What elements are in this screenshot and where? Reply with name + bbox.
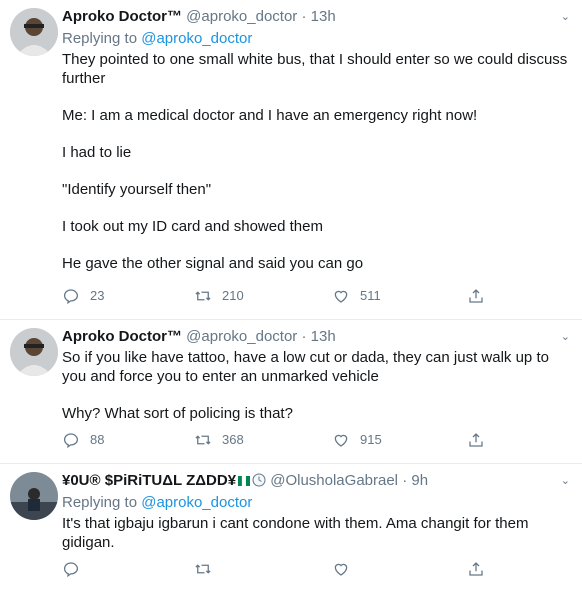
tweet-2[interactable]: Aproko Doctor™ @aproko_doctor · 13h ⌄ So…: [0, 320, 582, 464]
separator-dot: ·: [301, 328, 307, 345]
like-button[interactable]: 915: [332, 431, 382, 449]
tweet-paragraph: It's that igbaju igbarun i cant condone …: [62, 515, 529, 551]
tweet-text: So if you like have tattoo, have a low c…: [62, 348, 570, 423]
tweet-header: Aproko Doctor™ @aproko_doctor · 13h ⌄: [62, 328, 570, 346]
tweet-paragraph: I had to lie: [62, 144, 132, 161]
like-count: 511: [360, 288, 381, 303]
tweet-actions: [62, 560, 492, 582]
replying-to: Replying to @aproko_doctor: [62, 493, 570, 512]
share-button[interactable]: [467, 560, 495, 578]
tweet-paragraph: They pointed to one small white bus, tha…: [62, 51, 568, 87]
replying-to-link[interactable]: @aproko_doctor: [141, 30, 252, 47]
reply-button[interactable]: 88: [62, 431, 104, 449]
display-name[interactable]: ¥0U® $PiRiTUΔL ZΔDD¥: [62, 472, 236, 489]
like-count: 915: [360, 432, 382, 447]
replying-to-label: Replying to: [62, 494, 142, 511]
user-handle[interactable]: @aproko_doctor: [186, 8, 297, 25]
tweet-text: They pointed to one small white bus, tha…: [62, 50, 570, 273]
chevron-down-icon[interactable]: ⌄: [561, 8, 570, 26]
tweet-paragraph: He gave the other signal and said you ca…: [62, 255, 364, 272]
separator-dot: ·: [402, 472, 408, 489]
chevron-down-icon[interactable]: ⌄: [561, 328, 570, 346]
timestamp[interactable]: 13h: [311, 328, 336, 345]
display-name[interactable]: Aproko Doctor™: [62, 328, 182, 345]
tweet-paragraph: Why? What sort of policing is that?: [62, 405, 293, 422]
tweet-paragraph: I took out my ID card and showed them: [62, 218, 323, 235]
display-name[interactable]: Aproko Doctor™: [62, 8, 182, 25]
share-button[interactable]: [467, 287, 495, 305]
tweet-1[interactable]: Aproko Doctor™ @aproko_doctor · 13h ⌄ Re…: [0, 0, 582, 320]
retweet-button[interactable]: 210: [194, 287, 244, 305]
tweet-paragraph: "Identify yourself then": [62, 181, 212, 198]
reply-button[interactable]: [62, 560, 90, 578]
retweet-icon: [195, 435, 211, 445]
heart-icon: [334, 290, 348, 303]
tweet-actions: 88 368 915: [62, 431, 492, 453]
chevron-down-icon[interactable]: ⌄: [561, 472, 570, 490]
tweet-actions: 23 210 511: [62, 287, 492, 309]
retweet-icon: [195, 291, 211, 301]
reply-button[interactable]: 23: [62, 287, 104, 305]
user-handle[interactable]: @OlusholaGabrael: [270, 472, 398, 489]
tweet-header: Aproko Doctor™ @aproko_doctor · 13h ⌄: [62, 8, 570, 26]
timestamp[interactable]: 13h: [311, 8, 336, 25]
reply-icon: [63, 562, 79, 578]
tweet-3[interactable]: ¥0U® $PiRiTUΔL ZΔDD¥ @OlusholaGabrael · …: [0, 464, 582, 593]
like-button[interactable]: 511: [332, 287, 381, 305]
replying-to-link[interactable]: @aproko_doctor: [141, 494, 252, 511]
separator-dot: ·: [301, 8, 307, 25]
avatar[interactable]: [10, 8, 58, 56]
retweet-count: 368: [222, 432, 244, 447]
retweet-button[interactable]: 368: [194, 431, 244, 449]
reply-icon: [63, 433, 79, 449]
share-icon: [469, 433, 483, 447]
tweet-paragraph: Me: I am a medical doctor and I have an …: [62, 107, 478, 124]
reply-icon: [63, 289, 79, 305]
nigeria-flag-icon: [238, 476, 251, 486]
share-icon: [469, 562, 483, 576]
clock-icon: [252, 473, 266, 487]
retweet-count: 210: [222, 288, 244, 303]
timestamp[interactable]: 9h: [411, 472, 428, 489]
tweet-paragraph: So if you like have tattoo, have a low c…: [62, 349, 549, 385]
user-handle[interactable]: @aproko_doctor: [186, 328, 297, 345]
tweet-text: It's that igbaju igbarun i cant condone …: [62, 514, 570, 552]
like-button[interactable]: [332, 560, 360, 578]
retweet-icon: [195, 564, 211, 574]
replying-to-label: Replying to: [62, 30, 142, 47]
avatar[interactable]: [10, 472, 58, 520]
replying-to: Replying to @aproko_doctor: [62, 29, 570, 48]
avatar[interactable]: [10, 328, 58, 376]
reply-count: 23: [90, 288, 105, 303]
reply-count: 88: [90, 432, 105, 447]
heart-icon: [334, 434, 348, 447]
heart-icon: [334, 563, 348, 576]
retweet-button[interactable]: [194, 560, 222, 578]
share-icon: [469, 289, 483, 303]
share-button[interactable]: [467, 431, 495, 449]
tweet-header: ¥0U® $PiRiTUΔL ZΔDD¥ @OlusholaGabrael · …: [62, 472, 570, 490]
